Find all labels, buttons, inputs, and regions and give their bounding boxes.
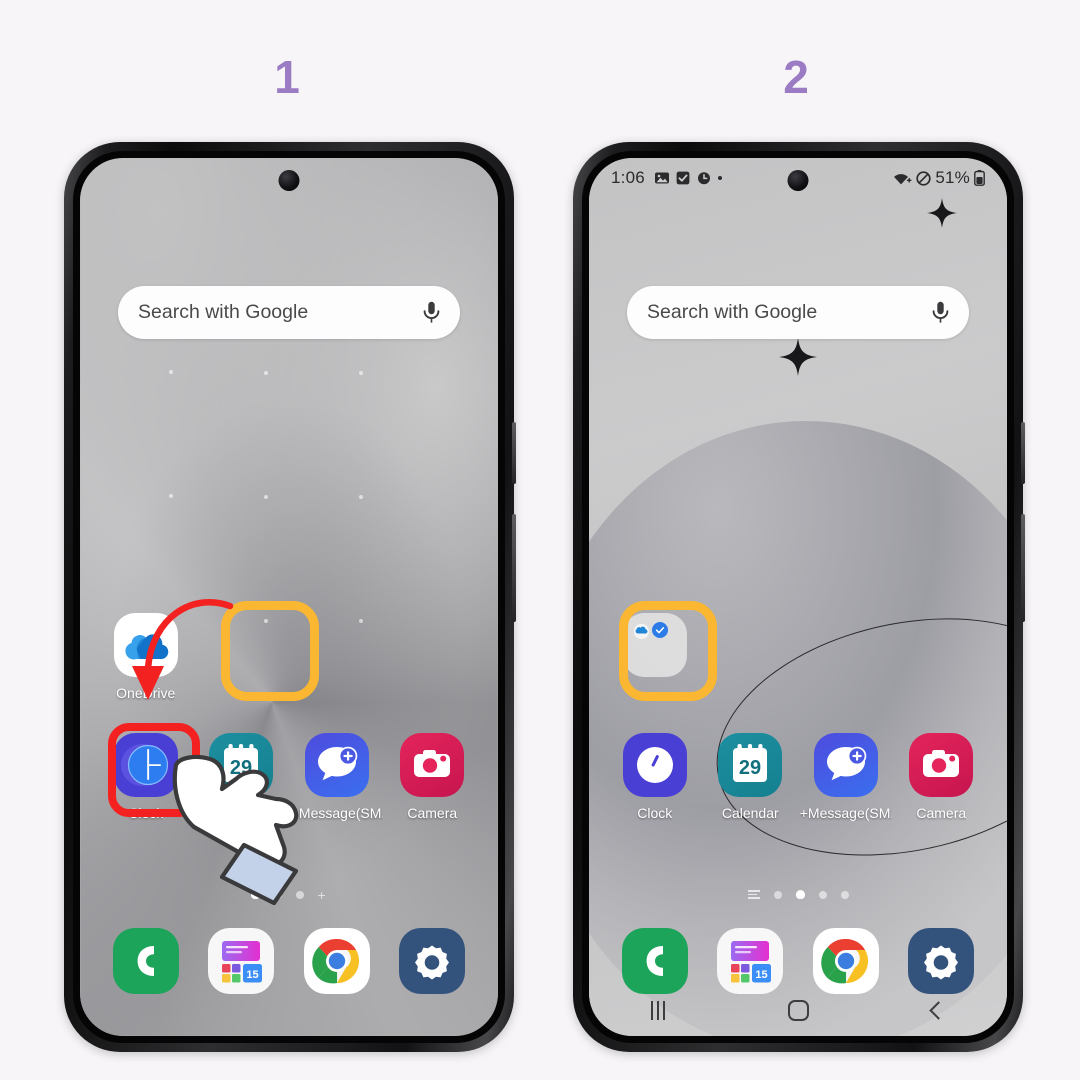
app-plus-message[interactable]: +Message(SM... xyxy=(798,733,894,821)
power-button[interactable] xyxy=(1021,514,1025,622)
recents-icon[interactable] xyxy=(650,1000,666,1020)
camera-icon[interactable] xyxy=(909,733,974,797)
navigation-bar xyxy=(589,984,1007,1036)
volume-button[interactable] xyxy=(1021,422,1025,484)
front-camera-punch-hole xyxy=(787,170,809,191)
wallpaper-dot xyxy=(264,371,268,375)
app-camera[interactable]: Camera xyxy=(385,733,481,821)
page-dot[interactable] xyxy=(773,890,782,899)
wifi-icon xyxy=(893,171,912,186)
calendar-icon[interactable]: 29 xyxy=(718,733,783,797)
search-input[interactable]: Search with Google xyxy=(138,301,423,324)
app-label: +Message(SM... xyxy=(799,805,892,821)
battery-percent: 51% xyxy=(935,168,970,187)
search-input[interactable]: Search with Google xyxy=(647,301,932,324)
home-app-row-2: Clock 29 Calendar xyxy=(607,733,989,821)
wallpaper-dot xyxy=(169,494,173,498)
checkbox-icon xyxy=(676,171,690,185)
app-settings[interactable] xyxy=(385,928,481,994)
plus-message-icon[interactable] xyxy=(813,733,878,797)
svg-text:29: 29 xyxy=(739,757,761,779)
page-dot[interactable] xyxy=(840,890,849,899)
highlight-result-box xyxy=(619,601,717,701)
dock: 15 xyxy=(98,928,480,994)
app-slot-blank xyxy=(894,613,990,685)
chrome-icon[interactable] xyxy=(303,928,370,994)
phone1-screen: Search with Google OneDrive Clock 29 +Me… xyxy=(80,158,498,1036)
camera-icon[interactable] xyxy=(400,733,465,797)
app-onedrive[interactable]: OneDrive xyxy=(98,613,194,701)
dot-icon xyxy=(717,176,722,180)
step-number-1: 1 xyxy=(274,51,300,103)
page-indicator[interactable] xyxy=(589,890,1007,899)
home-icon[interactable] xyxy=(788,999,810,1021)
clock-icon[interactable] xyxy=(622,733,687,797)
tutorial-figure: 1 2 Search with Google OneDrive Clock 29… xyxy=(0,0,1080,1080)
wallpaper-dot xyxy=(169,370,173,374)
app-label: Calendar xyxy=(721,805,779,821)
svg-text:15: 15 xyxy=(756,969,768,981)
app-galaxy-store[interactable]: 15 xyxy=(194,928,290,994)
wallpaper-dot xyxy=(264,495,268,499)
phone-bezel: 1:06 51% Search with Google Clock 29 Cal… xyxy=(582,151,1014,1043)
sparkle-icon xyxy=(927,198,957,228)
app-label: OneDrive xyxy=(116,685,176,701)
app-label: Camera xyxy=(916,805,967,821)
sparkle-icon xyxy=(779,338,817,376)
galaxy-store-icon[interactable]: 15 xyxy=(208,928,275,994)
phone-icon[interactable] xyxy=(112,928,179,994)
step-number-2: 2 xyxy=(783,51,809,103)
phone-mockup-step1: Search with Google OneDrive Clock 29 +Me… xyxy=(64,142,516,1052)
microphone-icon[interactable] xyxy=(932,301,949,324)
phone2-screen: 1:06 51% Search with Google Clock 29 Cal… xyxy=(589,158,1007,1036)
app-slot-blank xyxy=(798,613,894,685)
app-label: Clock xyxy=(637,805,673,821)
highlight-target-box xyxy=(221,601,319,701)
svg-text:15: 15 xyxy=(247,969,259,981)
page-dot-active[interactable] xyxy=(795,890,805,899)
wallpaper-dot xyxy=(359,495,363,499)
settings-gear-icon[interactable] xyxy=(399,928,466,994)
gallery-icon xyxy=(654,171,669,185)
battery-icon xyxy=(974,170,985,186)
app-chrome[interactable] xyxy=(289,928,385,994)
phone-bezel: Search with Google OneDrive Clock 29 +Me… xyxy=(73,151,505,1043)
app-slot-blank xyxy=(385,613,481,701)
phone-mockup-step2: 1:06 51% Search with Google Clock 29 Cal… xyxy=(573,142,1025,1052)
tap-hand-cursor xyxy=(172,754,299,906)
app-phone[interactable] xyxy=(98,928,194,994)
alarm-icon xyxy=(697,171,711,185)
wallpaper-dot xyxy=(359,371,363,375)
app-camera[interactable]: Camera xyxy=(894,733,990,821)
back-icon[interactable] xyxy=(929,1000,949,1020)
front-camera-punch-hole xyxy=(278,170,300,191)
app-clock[interactable]: Clock xyxy=(607,733,703,821)
google-search-bar[interactable]: Search with Google xyxy=(118,286,460,339)
microphone-icon[interactable] xyxy=(423,301,440,324)
do-not-disturb-icon xyxy=(916,170,932,186)
status-time: 1:06 xyxy=(611,168,645,187)
page-dot[interactable] xyxy=(818,890,827,899)
page-list-icon[interactable] xyxy=(747,890,760,899)
volume-button[interactable] xyxy=(512,422,516,484)
app-label: Camera xyxy=(407,805,458,821)
google-search-bar[interactable]: Search with Google xyxy=(627,286,969,339)
onedrive-icon[interactable] xyxy=(113,613,178,677)
power-button[interactable] xyxy=(512,514,516,622)
app-calendar[interactable]: 29 Calendar xyxy=(703,733,799,821)
